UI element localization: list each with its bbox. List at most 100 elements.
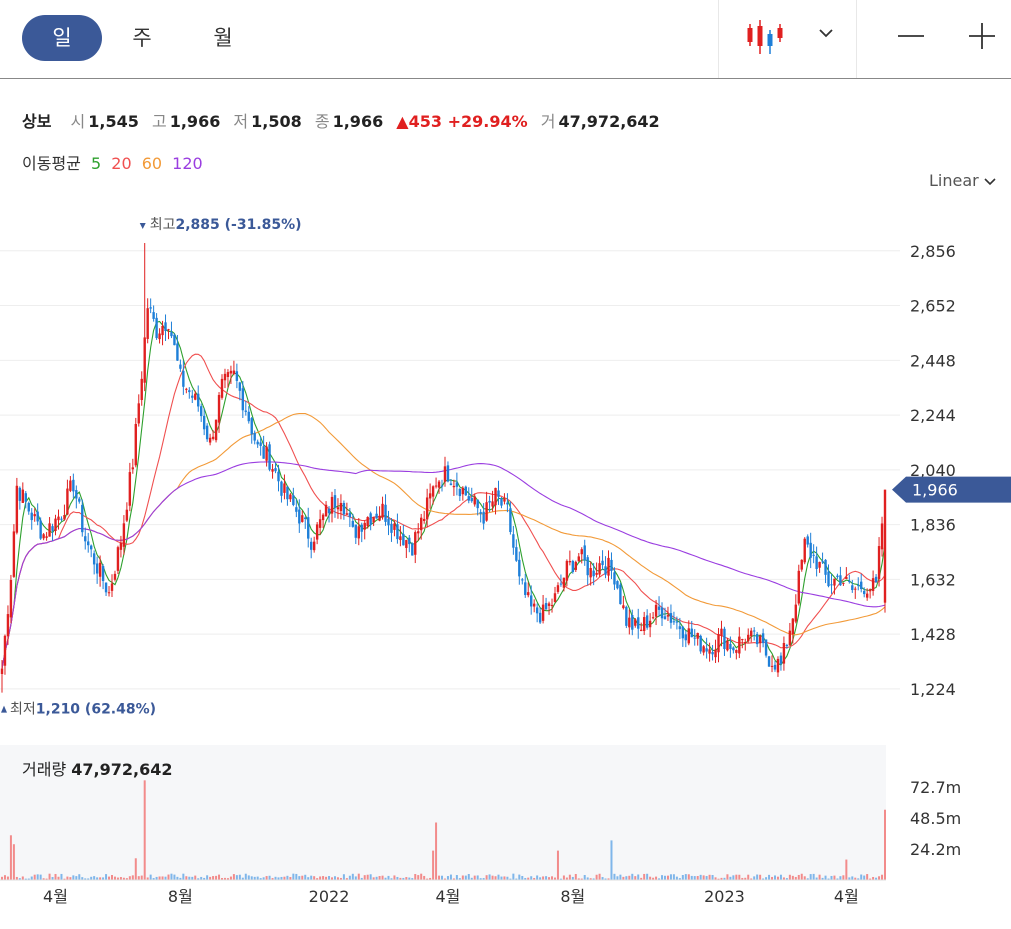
volume-bar	[687, 874, 690, 880]
ma-60[interactable]: 60	[142, 154, 162, 173]
candle-body	[396, 524, 399, 540]
x-tick-label: 4월	[43, 887, 68, 906]
volume-bar	[545, 876, 548, 880]
candle-body	[137, 403, 140, 424]
candle-body	[202, 415, 206, 430]
candle-body	[149, 307, 152, 309]
candle-body	[452, 485, 456, 488]
volume-bar	[675, 876, 678, 880]
candle-body	[330, 496, 334, 514]
candle-body	[714, 649, 717, 658]
max-annotation: 최고2,885 (-31.85%)	[150, 217, 302, 233]
plus-icon[interactable]	[966, 20, 998, 52]
volume-bar	[342, 874, 345, 880]
volume-bar	[256, 876, 259, 880]
volume-bar	[866, 874, 869, 880]
candle-body	[515, 547, 518, 561]
scale-mode: Linear	[929, 171, 979, 190]
ma-20[interactable]: 20	[111, 154, 131, 173]
candle-body	[247, 411, 250, 422]
candle-body	[836, 575, 839, 578]
volume-bar	[833, 875, 836, 880]
candle-body	[292, 495, 295, 505]
candle-body	[217, 394, 221, 423]
candle-body	[372, 517, 375, 523]
volume-bar	[473, 875, 476, 880]
candle-body	[27, 502, 30, 512]
volume-bar	[322, 876, 325, 880]
candle-body	[720, 628, 723, 636]
tab-week[interactable]: 주	[102, 15, 182, 61]
candle-body	[607, 557, 610, 576]
tab-month[interactable]: 월	[183, 15, 263, 61]
candle-body	[6, 614, 10, 637]
volume-bar	[512, 873, 515, 880]
ma-5[interactable]: 5	[91, 154, 101, 173]
volume-value: 47,972,642	[558, 112, 660, 131]
volume-bar	[313, 876, 316, 880]
volume-bar	[369, 874, 372, 880]
volume-bar	[598, 873, 601, 880]
volume-bar	[93, 876, 96, 880]
ma-120[interactable]: 120	[172, 154, 203, 173]
stock-name: 상보	[22, 112, 52, 131]
candle-body	[3, 635, 7, 666]
candle-body	[785, 645, 789, 647]
candle-body	[223, 373, 227, 381]
volume-bar	[423, 875, 426, 880]
candlestick-icon[interactable]	[745, 18, 789, 56]
volume-bar	[6, 876, 9, 880]
candle-body	[179, 364, 182, 369]
low-value: 1,508	[251, 112, 302, 131]
candle-body	[277, 471, 280, 482]
candle-body	[476, 499, 479, 509]
price-chart[interactable]: 2,8562,6522,4482,2442,0401,8361,6321,428…	[0, 190, 1011, 910]
volume-bar	[441, 875, 444, 880]
minus-icon[interactable]	[895, 20, 927, 52]
candle-body	[871, 578, 875, 591]
candle-body	[592, 570, 595, 577]
candle-body	[399, 536, 402, 541]
tab-day[interactable]: 일	[22, 15, 102, 61]
volume-bar	[708, 874, 711, 880]
volume-bar	[839, 876, 842, 880]
volume-bar	[562, 875, 565, 880]
candle-body	[827, 571, 830, 587]
candle-body	[773, 664, 777, 670]
candle-body	[63, 515, 66, 520]
candle-body	[729, 643, 732, 650]
candle-body	[289, 494, 292, 500]
candle-body	[648, 620, 652, 628]
candle-body	[464, 486, 467, 496]
volume-bar	[173, 874, 176, 880]
candle-body	[580, 549, 583, 555]
close-label: 종	[314, 112, 330, 131]
candle-body	[848, 580, 851, 583]
volume-bar	[800, 873, 803, 880]
volume-bar	[500, 876, 503, 880]
volume-bar	[494, 876, 497, 880]
volume-bar	[438, 875, 441, 880]
candle-body	[312, 541, 316, 551]
volume-bar	[295, 873, 298, 880]
volume-bar	[491, 875, 494, 880]
candle-body	[420, 517, 423, 531]
candle-body	[446, 465, 450, 482]
candle-body	[274, 468, 277, 472]
chevron-down-icon[interactable]	[815, 22, 837, 44]
volume-bar	[328, 876, 331, 880]
candle-body	[107, 592, 111, 594]
candle-body	[104, 582, 108, 593]
volume-bar	[304, 874, 307, 880]
volume-bar	[244, 873, 247, 880]
candle-body	[815, 556, 818, 569]
candle-body	[393, 523, 396, 530]
scale-selector[interactable]: Linear	[929, 171, 997, 190]
candle-body	[821, 561, 824, 563]
candle-body	[357, 526, 360, 539]
candle-body	[146, 308, 149, 339]
volume-bar	[348, 875, 351, 880]
candle-body	[544, 603, 548, 610]
candle-body	[39, 520, 42, 539]
candle-body	[521, 579, 524, 581]
